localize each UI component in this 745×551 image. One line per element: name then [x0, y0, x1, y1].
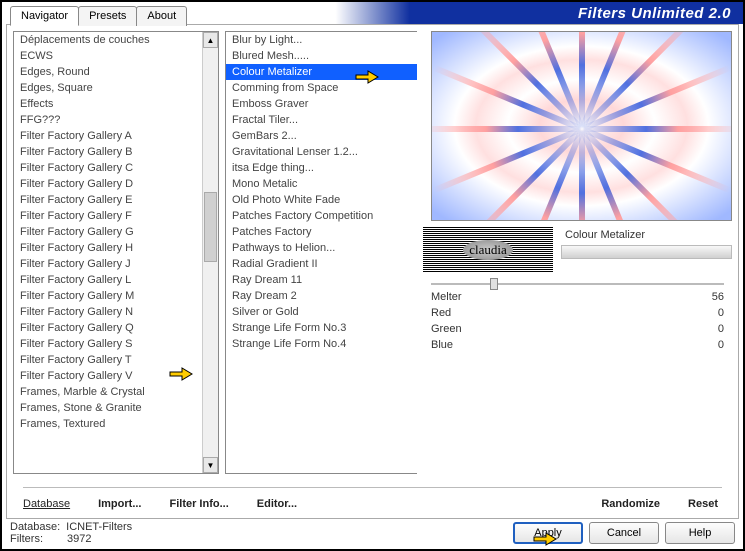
category-item[interactable]: Edges, Round	[14, 64, 218, 80]
filter-item[interactable]: Strange Life Form No.4	[226, 336, 417, 352]
filter-item[interactable]: Patches Factory	[226, 224, 417, 240]
filter-item[interactable]: Ray Dream 2	[226, 288, 417, 304]
category-item[interactable]: Filter Factory Gallery S	[14, 336, 218, 352]
logo-row: claudia Colour Metalizer	[423, 227, 732, 273]
filter-title: Colour Metalizer	[561, 227, 732, 243]
tab-content: Déplacements de couchesECWSEdges, RoundE…	[6, 24, 739, 519]
filter-item[interactable]: Emboss Graver	[226, 96, 417, 112]
reset-link[interactable]: Reset	[688, 498, 718, 510]
filter-item[interactable]: Gravitational Lenser 1.2...	[226, 144, 417, 160]
filter-item[interactable]: Strange Life Form No.3	[226, 320, 417, 336]
randomize-link[interactable]: Randomize	[601, 498, 660, 510]
category-item[interactable]: Filter Factory Gallery T	[14, 352, 218, 368]
filter-item[interactable]: Comming from Space	[226, 80, 417, 96]
bottom-links: Database Import... Filter Info... Editor…	[23, 487, 722, 510]
main-area: Déplacements de couchesECWSEdges, RoundE…	[13, 31, 732, 474]
category-item[interactable]: Filter Factory Gallery E	[14, 192, 218, 208]
category-item[interactable]: Filter Factory Gallery N	[14, 304, 218, 320]
slider-track[interactable]	[431, 283, 724, 285]
category-item[interactable]: Effects	[14, 96, 218, 112]
param-label: Red	[431, 307, 451, 319]
category-item[interactable]: Filter Factory Gallery M	[14, 288, 218, 304]
param-row: Green 0	[427, 321, 728, 337]
filter-item[interactable]: Radial Gradient II	[226, 256, 417, 272]
category-item[interactable]: FFG???	[14, 112, 218, 128]
param-label: Melter	[431, 291, 462, 303]
filter-item[interactable]: Blur by Light...	[226, 32, 417, 48]
category-item[interactable]: Filter Factory Gallery C	[14, 160, 218, 176]
category-item[interactable]: Déplacements de couches	[14, 32, 218, 48]
category-item[interactable]: Filter Factory Gallery V	[14, 368, 218, 384]
param-row: Melter 56	[427, 289, 728, 305]
category-item[interactable]: Filter Factory Gallery J	[14, 256, 218, 272]
param-value: 0	[718, 307, 724, 319]
category-item[interactable]: Filter Factory Gallery H	[14, 240, 218, 256]
filter-item[interactable]: Mono Metalic	[226, 176, 417, 192]
help-button[interactable]: Help	[665, 522, 735, 544]
scroll-thumb[interactable]	[204, 192, 217, 262]
import-link[interactable]: Import...	[98, 498, 141, 510]
settings-pane: claudia Colour Metalizer Melter56Red0Gre…	[423, 31, 732, 474]
apply-button[interactable]: Apply	[513, 522, 583, 544]
param-value: 0	[718, 323, 724, 335]
category-item[interactable]: Filter Factory Gallery F	[14, 208, 218, 224]
filter-info-link[interactable]: Filter Info...	[169, 498, 228, 510]
category-item[interactable]: ECWS	[14, 48, 218, 64]
param-value: 0	[718, 339, 724, 351]
parameter-panel: Melter 56 Red 0 Green 0 Blue 0	[427, 283, 728, 353]
category-item[interactable]: Filter Factory Gallery Q	[14, 320, 218, 336]
title-bar	[561, 245, 732, 259]
category-item[interactable]: Frames, Stone & Granite	[14, 400, 218, 416]
database-link[interactable]: Database	[23, 498, 70, 510]
filter-item[interactable]: Blured Mesh.....	[226, 48, 417, 64]
tab-presets[interactable]: Presets	[78, 6, 137, 26]
category-item[interactable]: Filter Factory Gallery L	[14, 272, 218, 288]
category-scrollbar[interactable]: ▲ ▼	[202, 32, 218, 473]
category-item[interactable]: Filter Factory Gallery D	[14, 176, 218, 192]
filter-item[interactable]: Fractal Tiler...	[226, 112, 417, 128]
filter-title-box: Colour Metalizer	[561, 227, 732, 273]
category-item[interactable]: Edges, Square	[14, 80, 218, 96]
brand-text: claudia	[463, 240, 513, 260]
editor-link[interactable]: Editor...	[257, 498, 297, 510]
tab-strip: Navigator Presets About	[10, 6, 186, 26]
param-value: 56	[712, 291, 724, 303]
category-item[interactable]: Filter Factory Gallery A	[14, 128, 218, 144]
filter-item[interactable]: Old Photo White Fade	[226, 192, 417, 208]
param-row: Blue 0	[427, 337, 728, 353]
filter-item[interactable]: Silver or Gold	[226, 304, 417, 320]
cancel-button[interactable]: Cancel	[589, 522, 659, 544]
status-text: Database:ICNET-Filters Filters:3972	[10, 521, 132, 545]
tab-about[interactable]: About	[136, 6, 187, 26]
filter-item[interactable]: Ray Dream 11	[226, 272, 417, 288]
category-item[interactable]: Filter Factory Gallery G	[14, 224, 218, 240]
category-item[interactable]: Filter Factory Gallery B	[14, 144, 218, 160]
button-row: Apply Cancel Help	[513, 522, 735, 544]
scroll-up-icon[interactable]: ▲	[203, 32, 218, 48]
param-label: Green	[431, 323, 462, 335]
filter-item[interactable]: itsa Edge thing...	[226, 160, 417, 176]
filter-item[interactable]: Patches Factory Competition	[226, 208, 417, 224]
footer: Database:ICNET-Filters Filters:3972 Appl…	[10, 521, 735, 545]
app-title: Filters Unlimited 2.0	[578, 5, 731, 22]
brand-logo: claudia	[423, 227, 553, 273]
tab-navigator[interactable]: Navigator	[10, 6, 79, 26]
preview-image	[431, 31, 732, 221]
scroll-down-icon[interactable]: ▼	[203, 457, 218, 473]
category-item[interactable]: Frames, Marble & Crystal	[14, 384, 218, 400]
slider-thumb[interactable]	[490, 278, 498, 290]
filter-item[interactable]: Pathways to Helion...	[226, 240, 417, 256]
filter-item[interactable]: GemBars 2...	[226, 128, 417, 144]
filter-item[interactable]: Colour Metalizer	[226, 64, 417, 80]
category-item[interactable]: Frames, Textured	[14, 416, 218, 432]
category-list[interactable]: Déplacements de couchesECWSEdges, RoundE…	[13, 31, 219, 474]
param-label: Blue	[431, 339, 453, 351]
param-row: Red 0	[427, 305, 728, 321]
filter-list[interactable]: Blur by Light...Blured Mesh.....Colour M…	[225, 31, 417, 474]
